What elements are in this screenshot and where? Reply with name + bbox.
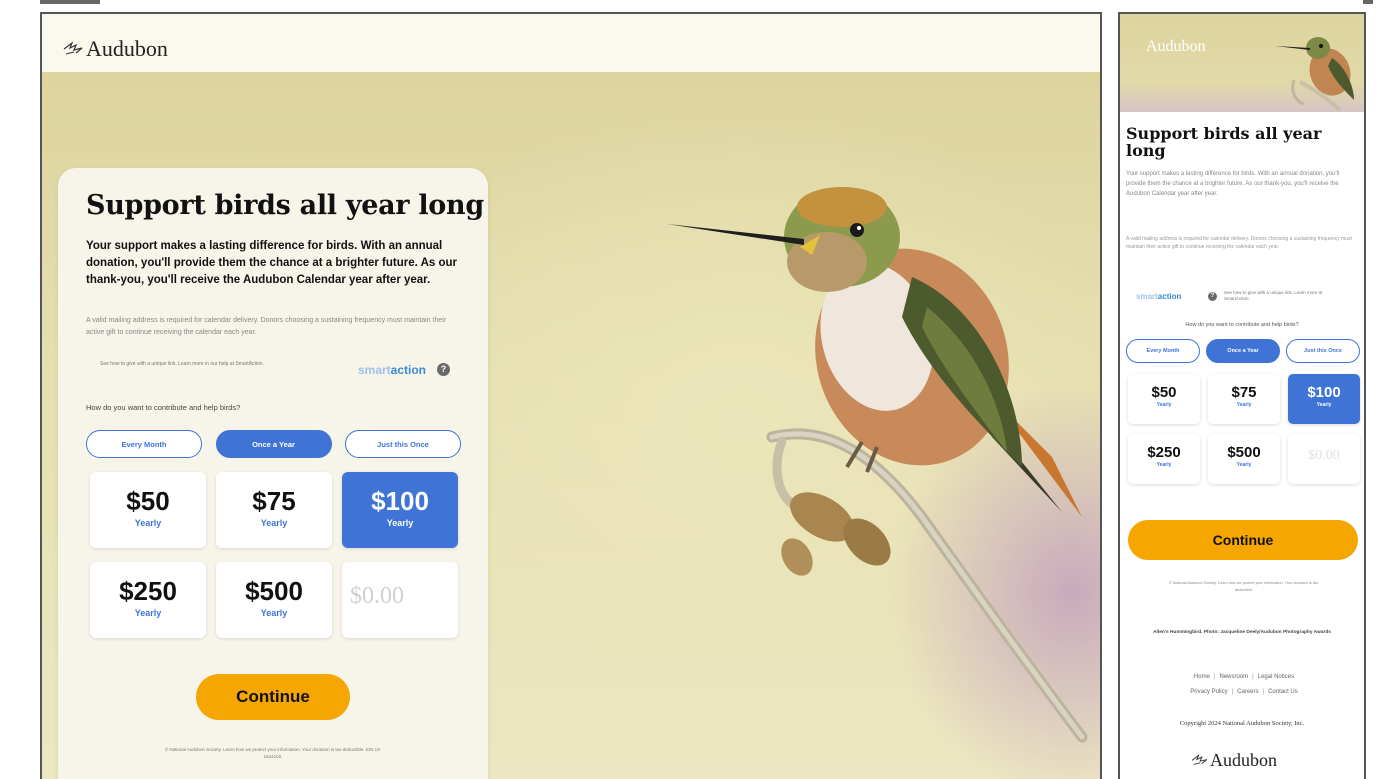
custom-amount-tile bbox=[342, 562, 458, 638]
mobile-frequency-every-month-button[interactable]: Every Month bbox=[1126, 339, 1200, 363]
amount-period: Yearly bbox=[1316, 402, 1332, 408]
amount-option-75[interactable]: $75 Yearly bbox=[216, 472, 332, 548]
bird-logo-icon bbox=[63, 41, 83, 55]
amount-value: $250 bbox=[119, 576, 177, 606]
mobile-hero: Audubon bbox=[1120, 14, 1364, 112]
mobile-amount-option-500[interactable]: $500 Yearly bbox=[1208, 434, 1280, 484]
smartaction-note: See how to give with a unique link. Lear… bbox=[100, 361, 264, 367]
amount-period: Yearly bbox=[134, 518, 162, 528]
amount-value: $500 bbox=[245, 576, 303, 606]
mobile-custom-amount-tile bbox=[1288, 434, 1360, 484]
amount-value: $100 bbox=[1307, 384, 1341, 401]
mobile-smartaction-logo-suffix: action bbox=[1157, 292, 1182, 301]
amount-option-250[interactable]: $250 Yearly bbox=[90, 562, 206, 638]
audubon-logo[interactable]: Audubon bbox=[62, 24, 168, 62]
mobile-smartaction-row: smartaction ? See how to give with a uni… bbox=[1136, 290, 1356, 306]
amount-option-500[interactable]: $500 Yearly bbox=[216, 562, 332, 638]
mobile-contribution-question: How do you want to contribute and help b… bbox=[1185, 322, 1299, 328]
amount-period: Yearly bbox=[134, 608, 162, 618]
mobile-hero-logo[interactable]: Audubon bbox=[1146, 38, 1206, 56]
bird-logo-icon bbox=[1191, 754, 1208, 765]
amount-value: $500 bbox=[1227, 444, 1261, 461]
mobile-legal-footer: © National Audubon Society. Learn how we… bbox=[1168, 581, 1320, 592]
mobile-page-title: Support birds all year long bbox=[1126, 124, 1322, 160]
mobile-hummingbird-photo bbox=[1275, 37, 1354, 112]
amount-period: Yearly bbox=[1156, 462, 1172, 468]
top-edge-fragment bbox=[40, 0, 100, 4]
legal-footer: © National Audubon Society. Learn how we… bbox=[164, 747, 382, 759]
mobile-calendar-note: A valid mailing address is required for … bbox=[1126, 236, 1352, 250]
footer-link-home[interactable]: Home bbox=[1194, 674, 1210, 680]
amount-value: $75 bbox=[1231, 384, 1257, 401]
link-separator: | bbox=[1262, 689, 1265, 695]
frequency-selector: Every Month Once a Year Just this Once bbox=[86, 430, 461, 458]
mobile-intro-text: Your support makes a lasting difference … bbox=[1126, 171, 1340, 197]
amount-period: Yearly bbox=[1156, 402, 1172, 408]
amount-option-50[interactable]: $50 Yearly bbox=[90, 472, 206, 548]
mobile-amount-option-250[interactable]: $250 Yearly bbox=[1128, 434, 1200, 484]
mobile-help-icon[interactable]: ? bbox=[1208, 292, 1217, 301]
amount-value: $50 bbox=[1151, 384, 1177, 401]
amount-value: $50 bbox=[126, 486, 170, 516]
amount-option-100[interactable]: $100 Yearly bbox=[342, 472, 458, 548]
desktop-preview: Audubon Support birds all year long Your… bbox=[40, 12, 1102, 779]
top-edge-fragment bbox=[1363, 0, 1373, 4]
amount-period: Yearly bbox=[1236, 402, 1252, 408]
mobile-preview: Audubon Support birds all year long Your… bbox=[1118, 12, 1366, 779]
smartaction-logo[interactable]: smartaction bbox=[358, 363, 426, 377]
amount-value: $75 bbox=[252, 486, 296, 516]
mobile-continue-button[interactable]: Continue bbox=[1128, 520, 1358, 560]
hummingbird-photo bbox=[667, 187, 1088, 743]
footer-brand-name: Audubon bbox=[1210, 750, 1277, 770]
mobile-amount-option-75[interactable]: $75 Yearly bbox=[1208, 374, 1280, 424]
continue-button[interactable]: Continue bbox=[196, 674, 350, 720]
mobile-amount-grid: $50 Yearly $75 Yearly $100 Yearly $250 Y… bbox=[1128, 374, 1360, 484]
mobile-frequency-selector: Every Month Once a Year Just this Once bbox=[1126, 339, 1360, 363]
mobile-smartaction-note: See how to give with a unique link. Lear… bbox=[1224, 290, 1323, 301]
mobile-amount-option-50[interactable]: $50 Yearly bbox=[1128, 374, 1200, 424]
amount-value: $250 bbox=[1147, 444, 1181, 461]
amount-period: Yearly bbox=[260, 608, 288, 618]
custom-amount-input[interactable] bbox=[348, 582, 452, 611]
page-title: Support birds all year long bbox=[86, 190, 484, 221]
footer-audubon-logo[interactable]: Audubon bbox=[1190, 740, 1277, 771]
link-separator: | bbox=[1213, 674, 1216, 680]
brand-name: Audubon bbox=[86, 36, 168, 61]
frequency-once-a-year-button[interactable]: Once a Year bbox=[215, 430, 332, 458]
mobile-frequency-just-this-once-button[interactable]: Just this Once bbox=[1286, 339, 1360, 363]
amount-period: Yearly bbox=[386, 518, 414, 528]
footer-link-careers[interactable]: Careers bbox=[1237, 689, 1258, 695]
intro-text: Your support makes a lasting difference … bbox=[86, 240, 457, 286]
photo-credit: Allen's Hummingbird. Photo: Jacqueline D… bbox=[1153, 630, 1331, 635]
amount-value: $100 bbox=[371, 486, 429, 516]
footer-links: Home | Newsroom | Legal Notices Privacy Poli… bbox=[1150, 670, 1338, 700]
contribution-question: How do you want to contribute and help b… bbox=[86, 403, 241, 412]
amount-period: Yearly bbox=[260, 518, 288, 528]
hero-background: Support birds all year long Your support… bbox=[42, 72, 1100, 779]
footer-link-legal-notices[interactable]: Legal Notices bbox=[1258, 674, 1294, 680]
frequency-every-month-button[interactable]: Every Month bbox=[86, 430, 202, 458]
help-icon[interactable]: ? bbox=[437, 363, 450, 376]
footer-link-newsroom[interactable]: Newsroom bbox=[1219, 674, 1248, 680]
mobile-custom-amount-input[interactable] bbox=[1292, 447, 1356, 465]
mobile-smartaction-logo[interactable]: smartaction bbox=[1136, 292, 1181, 301]
smartaction-logo-suffix: action bbox=[390, 363, 426, 377]
donation-card: Support birds all year long Your support… bbox=[58, 168, 488, 779]
smartaction-row: See how to give with a unique link. Lear… bbox=[86, 360, 456, 382]
footer-link-contact-us[interactable]: Contact Us bbox=[1268, 689, 1298, 695]
link-separator: | bbox=[1231, 689, 1234, 695]
frequency-just-this-once-button[interactable]: Just this Once bbox=[345, 430, 461, 458]
mobile-frequency-once-a-year-button[interactable]: Once a Year bbox=[1206, 339, 1280, 363]
amount-period: Yearly bbox=[1236, 462, 1252, 468]
site-header: Audubon bbox=[42, 14, 1100, 74]
smartaction-logo-prefix: smart bbox=[357, 363, 391, 377]
mobile-smartaction-logo-prefix: smart bbox=[1136, 292, 1158, 301]
copyright-text: Copyright 2024 National Audubon Society,… bbox=[1179, 720, 1305, 727]
amount-grid: $50 Yearly $75 Yearly $100 Yearly $250 Y… bbox=[90, 472, 458, 638]
calendar-note: A valid mailing address is required for … bbox=[86, 317, 447, 336]
footer-link-privacy-policy[interactable]: Privacy Policy bbox=[1190, 689, 1227, 695]
link-separator: | bbox=[1252, 674, 1254, 680]
mobile-amount-option-100[interactable]: $100 Yearly bbox=[1288, 374, 1360, 424]
